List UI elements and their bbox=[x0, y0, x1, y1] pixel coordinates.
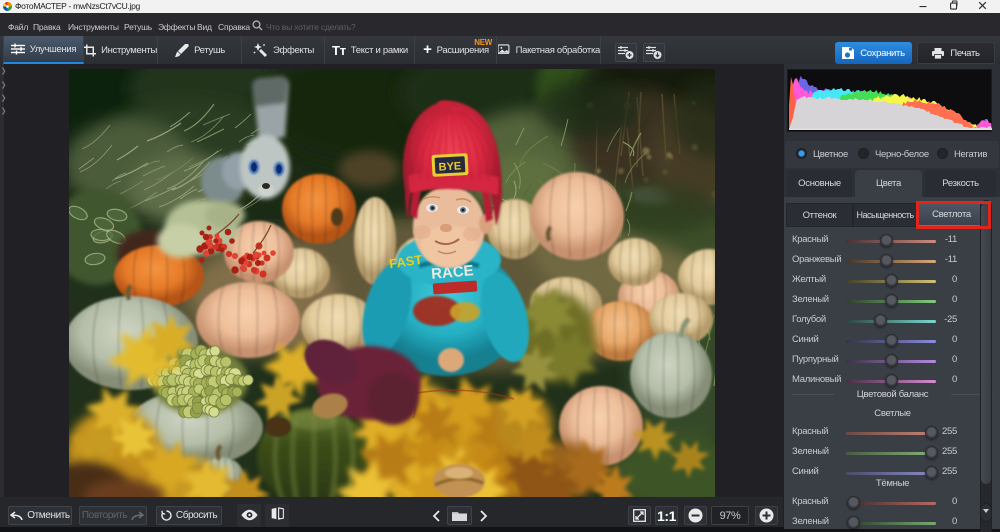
svg-text:BYE: BYE bbox=[438, 160, 461, 173]
